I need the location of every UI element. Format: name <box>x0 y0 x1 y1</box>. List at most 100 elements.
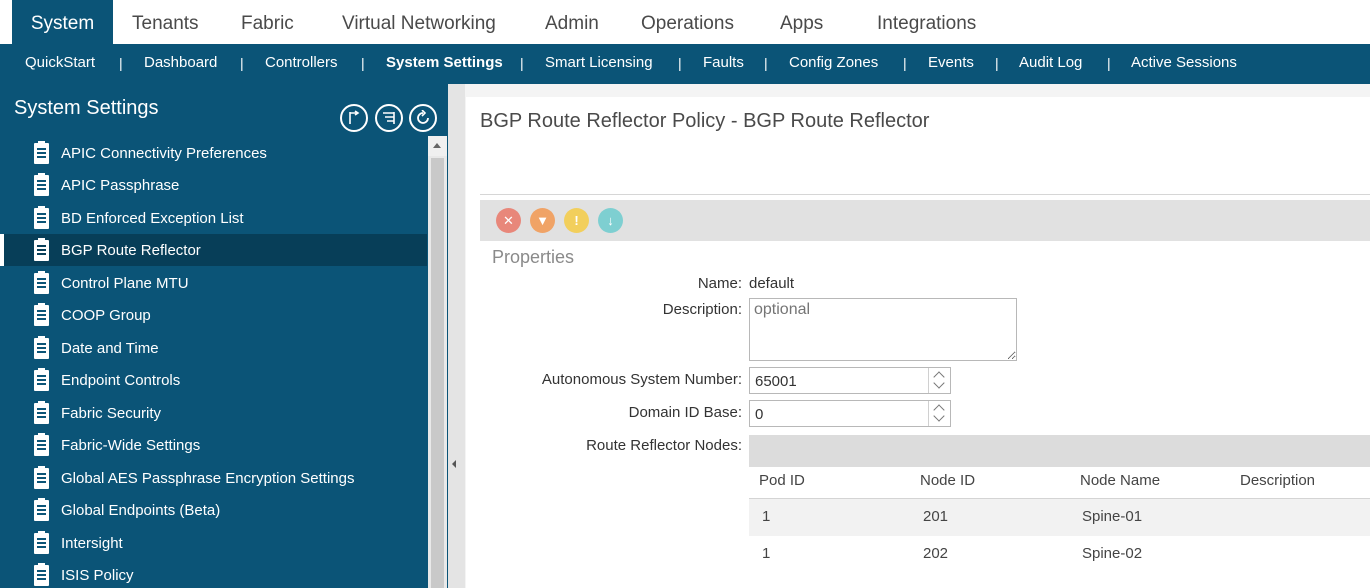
column-header-node-id[interactable]: Node ID <box>920 472 975 489</box>
sidebar-item-label: COOP Group <box>61 307 151 324</box>
sidebar-item-label: Control Plane MTU <box>61 275 189 292</box>
sidebar-item-label: Intersight <box>61 535 123 552</box>
cell-node-id: 201 <box>923 508 949 525</box>
sub-navigation: QuickStart | Dashboard | Controllers | S… <box>0 44 1370 84</box>
subnav-config-zones[interactable]: Config Zones <box>789 44 878 84</box>
subnav-separator: | <box>1107 55 1111 71</box>
sidebar-item-endpoint-controls[interactable]: Endpoint Controls <box>0 364 427 396</box>
sidebar-title: System Settings <box>14 97 159 119</box>
scroll-up-arrow-icon[interactable] <box>428 136 447 156</box>
collapse-all-icon[interactable] <box>340 104 368 132</box>
list-filter-icon[interactable] <box>375 104 403 132</box>
asn-stepper[interactable]: 65001 <box>749 367 951 394</box>
sidebar-item-label: Global Endpoints (Beta) <box>61 502 221 519</box>
asn-label: Autonomous System Number: <box>541 371 742 388</box>
tab-integrations[interactable]: Integrations <box>859 0 994 44</box>
document-icon <box>34 368 49 391</box>
sidebar-item-bgp-route-reflector[interactable]: BGP Route Reflector <box>0 234 427 266</box>
tab-admin[interactable]: Admin <box>527 0 617 44</box>
sidebar-item-apic-connectivity-preferences[interactable]: APIC Connectivity Preferences <box>0 137 427 169</box>
table-row[interactable]: 1 202 Spine-02 <box>749 536 1370 573</box>
cell-pod-id: 1 <box>762 508 771 525</box>
column-header-description[interactable]: Description <box>1240 472 1315 489</box>
refresh-icon[interactable] <box>409 104 437 132</box>
subnav-separator: | <box>520 55 524 71</box>
subnav-system-settings[interactable]: System Settings <box>386 44 503 84</box>
sidebar-item-bd-enforced-exception-list[interactable]: BD Enforced Exception List <box>0 202 427 234</box>
tab-tenants[interactable]: Tenants <box>114 0 217 44</box>
document-icon <box>34 531 49 554</box>
tab-system[interactable]: System <box>12 0 113 44</box>
document-icon <box>34 141 49 164</box>
name-label: Name: <box>697 275 742 292</box>
document-icon <box>34 271 49 294</box>
domain-id-base-value: 0 <box>755 406 764 423</box>
stepper-buttons[interactable] <box>928 401 950 426</box>
table-row[interactable]: 1 201 Spine-01 <box>749 499 1370 536</box>
document-icon <box>34 303 49 326</box>
sidebar-item-apic-passphrase[interactable]: APIC Passphrase <box>0 169 427 201</box>
subnav-dashboard[interactable]: Dashboard <box>144 44 217 84</box>
subnav-active-sessions[interactable]: Active Sessions <box>1131 44 1237 84</box>
sidebar-item-label: BGP Route Reflector <box>61 242 201 259</box>
tab-fabric[interactable]: Fabric <box>223 0 312 44</box>
critical-fault-icon[interactable]: ✕ <box>496 208 521 233</box>
document-icon <box>34 433 49 456</box>
sidebar-item-coop-group[interactable]: COOP Group <box>0 299 427 331</box>
subnav-separator: | <box>361 55 365 71</box>
subnav-separator: | <box>119 55 123 71</box>
subnav-smart-licensing[interactable]: Smart Licensing <box>545 44 653 84</box>
stepper-buttons[interactable] <box>928 368 950 393</box>
page-title: BGP Route Reflector Policy - BGP Route R… <box>480 110 930 132</box>
properties-heading: Properties <box>492 247 575 267</box>
document-icon <box>34 238 49 261</box>
sidebar-item-control-plane-mtu[interactable]: Control Plane MTU <box>0 267 427 299</box>
name-value: default <box>749 275 795 292</box>
pane-splitter[interactable] <box>448 84 465 588</box>
document-icon <box>34 336 49 359</box>
sidebar-item-label: Global AES Passphrase Encryption Setting… <box>61 470 355 487</box>
subnav-events[interactable]: Events <box>928 44 974 84</box>
sidebar-item-date-and-time[interactable]: Date and Time <box>0 332 427 364</box>
subnav-controllers[interactable]: Controllers <box>265 44 338 84</box>
sidebar-item-isis-policy[interactable]: ISIS Policy <box>0 559 427 588</box>
document-icon <box>34 498 49 521</box>
table-toolbar <box>749 435 1370 467</box>
major-fault-icon[interactable]: ▼ <box>530 208 555 233</box>
column-header-pod-id[interactable]: Pod ID <box>759 472 805 489</box>
tab-virtual-networking[interactable]: Virtual Networking <box>324 0 514 44</box>
tab-operations[interactable]: Operations <box>623 0 752 44</box>
subnav-separator: | <box>764 55 768 71</box>
column-header-node-name[interactable]: Node Name <box>1080 472 1160 489</box>
warning-fault-icon[interactable]: ↓ <box>598 208 623 233</box>
sidebar-item-label: APIC Passphrase <box>61 177 180 194</box>
subnav-audit-log[interactable]: Audit Log <box>1019 44 1082 84</box>
description-field[interactable] <box>749 298 1017 361</box>
sidebar-item-fabric-wide-settings[interactable]: Fabric-Wide Settings <box>0 429 427 461</box>
subnav-quickstart[interactable]: QuickStart <box>25 44 95 84</box>
minor-fault-icon[interactable]: ! <box>564 208 589 233</box>
document-icon <box>34 401 49 424</box>
collapse-left-arrow-icon[interactable] <box>452 460 456 468</box>
sidebar-scroll-thumb[interactable] <box>431 158 444 588</box>
sidebar-item-label: Endpoint Controls <box>61 372 181 389</box>
sidebar-item-fabric-security[interactable]: Fabric Security <box>0 397 427 429</box>
sidebar-list: APIC Connectivity Preferences APIC Passp… <box>0 134 427 588</box>
tab-apps[interactable]: Apps <box>762 0 841 44</box>
sidebar-item-label: ISIS Policy <box>61 567 134 584</box>
domain-id-base-stepper[interactable]: 0 <box>749 400 951 427</box>
subnav-separator: | <box>995 55 999 71</box>
subnav-separator: | <box>240 55 244 71</box>
document-icon <box>34 466 49 489</box>
document-icon <box>34 206 49 229</box>
description-label: Description: <box>662 301 742 318</box>
sidebar-item-intersight[interactable]: Intersight <box>0 527 427 559</box>
subnav-faults[interactable]: Faults <box>703 44 744 84</box>
cell-node-name: Spine-02 <box>1082 545 1143 562</box>
sidebar-item-global-endpoints[interactable]: Global Endpoints (Beta) <box>0 494 427 526</box>
sidebar-item-label: Fabric-Wide Settings <box>61 437 201 454</box>
subnav-separator: | <box>903 55 907 71</box>
cell-pod-id: 1 <box>762 545 771 562</box>
sidebar-item-global-aes-passphrase[interactable]: Global AES Passphrase Encryption Setting… <box>0 462 427 494</box>
divider <box>480 194 1370 195</box>
